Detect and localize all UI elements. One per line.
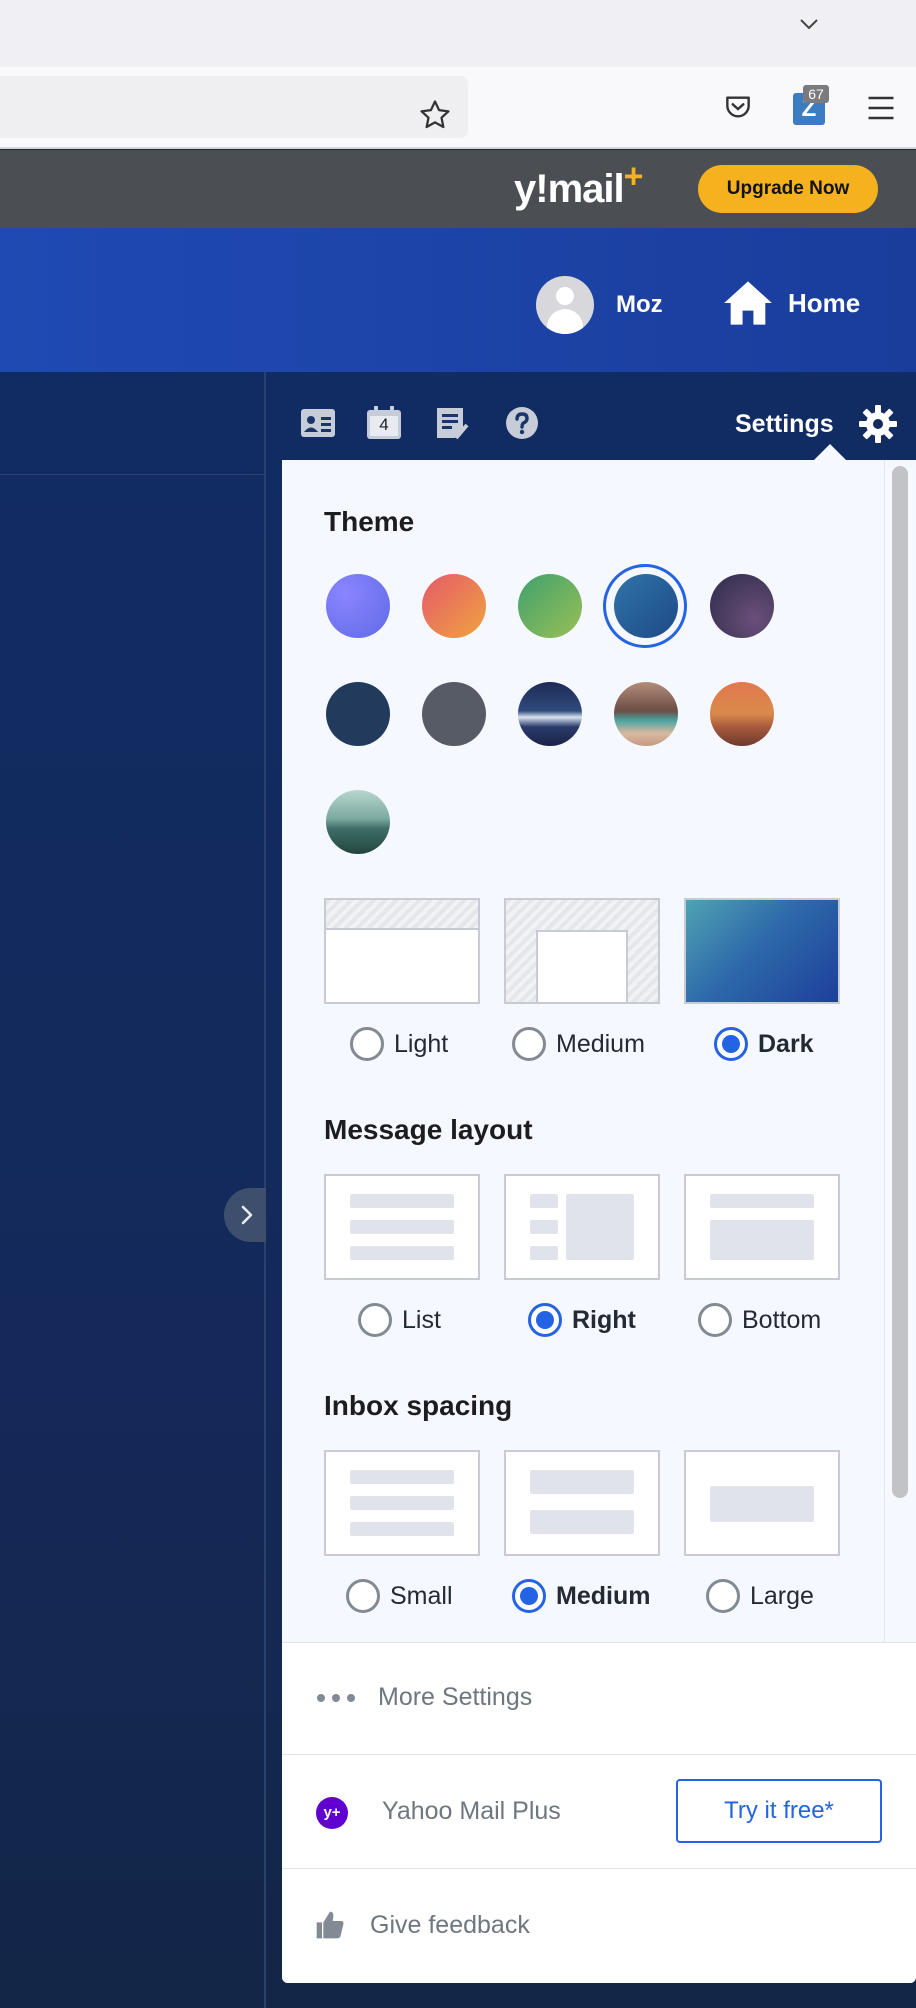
spacing-radio-large <box>706 1579 740 1613</box>
more-settings-link[interactable]: More Settings <box>282 1642 916 1754</box>
theme-swatch-desert[interactable] <box>710 682 774 746</box>
yahoo-mail-plus-row: y+ Yahoo Mail Plus Try it free* <box>282 1754 916 1868</box>
settings-scroll-area: Theme Light Medium Dark Message layout L… <box>282 460 916 1642</box>
theme-swatch-navy[interactable] <box>326 682 390 746</box>
browser-tabstrip <box>0 0 916 67</box>
yahoo-plus-icon: y+ <box>316 1797 348 1829</box>
profile-menu[interactable]: Moz <box>536 276 663 334</box>
give-feedback-link[interactable]: Give feedback <box>282 1868 916 1983</box>
spacing-option-large[interactable]: Large <box>706 1576 814 1616</box>
theme-swatch-plum[interactable] <box>710 574 774 638</box>
theme-swatch-sunset[interactable] <box>422 574 486 638</box>
logo-plus: + <box>623 157 644 196</box>
spacing-option-small[interactable]: Small <box>346 1576 453 1616</box>
gear-icon[interactable] <box>858 404 898 444</box>
theme-option-dark[interactable]: Dark <box>714 1024 814 1064</box>
home-icon <box>724 281 772 325</box>
layout-option-label: Right <box>572 1305 636 1334</box>
panel-caret <box>814 444 846 460</box>
theme-light-card[interactable] <box>324 898 480 1004</box>
spacing-option-label: Small <box>390 1581 453 1610</box>
spacing-small-card[interactable] <box>324 1450 480 1556</box>
theme-swatch-ocean[interactable] <box>614 574 678 638</box>
layout-radio-bottom <box>698 1303 732 1337</box>
layout-option-list[interactable]: List <box>358 1300 441 1340</box>
theme-option-medium[interactable]: Medium <box>512 1024 645 1064</box>
chevron-down-icon[interactable] <box>797 12 821 36</box>
layout-option-label: Bottom <box>742 1305 822 1334</box>
theme-radio-medium <box>512 1027 546 1061</box>
theme-swatch-green[interactable] <box>518 574 582 638</box>
spacing-option-label: Medium <box>556 1581 651 1610</box>
spacing-option-label: Large <box>750 1581 814 1610</box>
more-settings-label: More Settings <box>378 1683 533 1711</box>
left-divider-line <box>0 474 264 475</box>
notepad-icon[interactable] <box>434 406 470 440</box>
star-icon[interactable] <box>418 98 452 132</box>
logo-text: y!mail <box>514 167 625 211</box>
avatar <box>536 276 594 334</box>
try-it-free-button[interactable]: Try it free* <box>676 1779 882 1843</box>
inbox-spacing-title: Inbox spacing <box>324 1390 513 1421</box>
menu-icon[interactable] <box>866 94 896 122</box>
layout-option-right[interactable]: Right <box>528 1300 636 1340</box>
give-feedback-label: Give feedback <box>370 1911 530 1939</box>
settings-label[interactable]: Settings <box>735 410 834 439</box>
theme-option-label: Dark <box>758 1029 814 1058</box>
zotero-extension-button[interactable]: Z 67 <box>793 85 829 127</box>
spacing-radio-small <box>346 1579 380 1613</box>
spacing-option-medium[interactable]: Medium <box>512 1576 650 1616</box>
settings-panel: Theme Light Medium Dark Message layout L… <box>282 460 916 1983</box>
url-bar[interactable] <box>0 76 468 138</box>
theme-medium-card[interactable] <box>504 898 660 1004</box>
theme-option-light[interactable]: Light <box>350 1024 448 1064</box>
upgrade-now-button[interactable]: Upgrade Now <box>698 165 878 213</box>
layout-radio-right <box>528 1303 562 1337</box>
spacing-large-card[interactable] <box>684 1450 840 1556</box>
layout-list-card[interactable] <box>324 1174 480 1280</box>
home-label: Home <box>788 287 861 318</box>
theme-swatch-gray[interactable] <box>422 682 486 746</box>
theme-swatch-lake[interactable] <box>326 790 390 854</box>
layout-radio-list <box>358 1303 392 1337</box>
thumbs-up-icon <box>316 1911 344 1939</box>
theme-swatch-camper[interactable] <box>614 682 678 746</box>
promo-bar: y!mail+ Upgrade Now <box>0 150 916 228</box>
layout-bottom-card[interactable] <box>684 1174 840 1280</box>
calendar-icon[interactable]: 4 <box>366 406 402 440</box>
message-layout-title: Message layout <box>324 1114 533 1145</box>
settings-scrollbar-thumb[interactable] <box>892 466 908 1498</box>
profile-name: Moz <box>616 291 663 318</box>
layout-option-bottom[interactable]: Bottom <box>698 1300 821 1340</box>
layout-right-card[interactable] <box>504 1174 660 1280</box>
theme-radio-dark <box>714 1027 748 1061</box>
ymail-plus-logo[interactable]: y!mail+ <box>514 160 643 214</box>
theme-option-label: Light <box>394 1029 449 1058</box>
pocket-icon[interactable] <box>722 91 754 123</box>
yahoo-mail-plus-label: Yahoo Mail Plus <box>382 1797 561 1825</box>
theme-swatch-purple[interactable] <box>326 574 390 638</box>
spacing-medium-card[interactable] <box>504 1450 660 1556</box>
help-icon[interactable] <box>504 406 540 440</box>
theme-title: Theme <box>324 506 415 537</box>
chevron-right-icon <box>241 1205 253 1225</box>
theme-radio-light <box>350 1027 384 1061</box>
theme-dark-card[interactable] <box>684 898 840 1004</box>
theme-option-label: Medium <box>556 1029 645 1058</box>
calendar-day: 4 <box>379 415 389 434</box>
more-dots-icon <box>317 1694 355 1702</box>
contacts-icon[interactable] <box>300 406 336 440</box>
home-link[interactable]: Home <box>722 270 860 336</box>
layout-option-label: List <box>402 1305 441 1334</box>
spacing-radio-medium <box>512 1579 546 1613</box>
mail-header: Moz Home <box>0 228 916 372</box>
browser-toolbar: Z 67 <box>0 67 916 149</box>
extension-badge: 67 <box>803 85 829 103</box>
theme-swatch-mountain[interactable] <box>518 682 582 746</box>
